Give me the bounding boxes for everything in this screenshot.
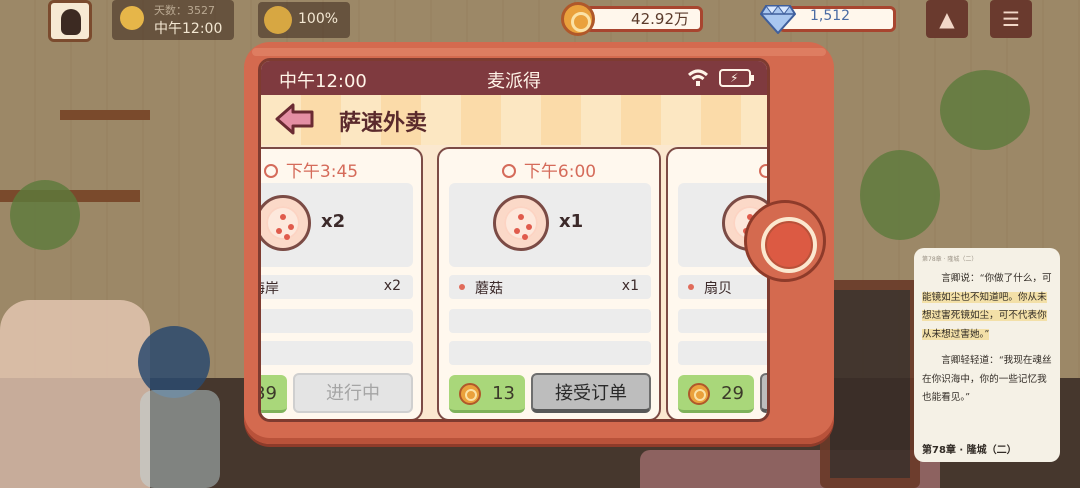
order-item-row-empty [449,309,651,333]
battery-icon: ⚡ [719,69,754,87]
order-item-row: 蘑菇 x1 [449,275,651,299]
plant-decoration [940,70,1030,150]
clock-icon [501,164,516,178]
player-avatar[interactable] [48,0,92,42]
game-time: 中午12:00 [154,21,223,37]
bullet-dot [688,284,694,290]
easel-board[interactable] [820,280,920,488]
reward-amount: 29 [721,383,744,404]
collapse-up-button[interactable]: ▲ [926,0,968,38]
order-time: 下 [668,157,767,182]
hamburger-icon: ☰ [1002,7,1020,31]
wifi-icon [688,69,708,86]
gem-counter[interactable]: 1,512 [760,4,898,34]
globe-decoration [138,326,210,398]
order-time: 下午6:00 [439,157,659,182]
reward-badge: 29 [678,375,754,413]
order-card[interactable]: 下 扇贝 29 [666,147,767,419]
order-item-row: 典海岸 x2 [261,275,413,299]
smile-icon [264,6,292,34]
coin-icon [459,383,481,405]
wall-shelf [60,110,150,120]
reader-highlight: 能镜如尘也不知道吧。你从未想过害死镜如尘，可不代表你从未想过害她。” [922,291,1047,340]
in-progress-button[interactable]: 进行中 [293,373,413,413]
order-time-text: 下午3:45 [285,162,359,182]
reader-header: 第78章 · 隆城（二） [922,256,978,263]
page-title: 萨速外卖 [339,111,428,136]
clock-icon [758,164,767,178]
phone-screen: 中午12:00 麦派得 ⚡ 萨速外卖 下午3:45 x2 岸 x2 9 进行中 … [258,58,770,422]
reward-badge: 13 [449,375,525,413]
coin-icon [688,383,710,405]
back-arrow-icon[interactable] [275,103,315,135]
gem-value: 1,512 [810,8,851,24]
reader-chapter-title: 第78章 · 隆城（二） [922,445,1017,456]
order-card[interactable]: 下午3:45 x2 典海岸 x2 39 进行中 [261,147,423,419]
clock-icon [263,164,278,178]
order-quantity: x2 [321,211,346,232]
order-item-row-empty [678,341,767,365]
reader-paragraph: 言卿轻轻道：“我现在魂丝在你识海中，你的一些记忆我也能看见。” [922,355,1052,403]
weather-time-panel: 天数：3527 中午12:00 [112,0,234,40]
sun-icon [120,6,144,30]
pizza-icon [493,195,549,251]
accept-order-button[interactable] [760,373,767,413]
order-item-row-empty [449,341,651,365]
order-item-row-empty [678,309,767,333]
order-time-text: 下午6:00 [523,162,597,182]
reward-amount: 39 [261,383,277,404]
bullet-dot [459,284,465,290]
coin-value: 42.92万 [631,10,689,28]
item-name: 扇贝 [704,281,732,297]
order-quantity: x1 [559,211,584,232]
order-image-box: x1 [449,183,651,267]
reward-badge: 39 [261,375,287,413]
order-time: 下午3:45 [261,157,421,182]
item-name: 蘑菇 [475,281,503,297]
order-carousel[interactable]: 下午3:45 x2 典海岸 x2 39 进行中 [261,147,767,419]
pizza-icon [261,195,311,251]
reader-overlay[interactable]: 第78章 · 隆城（二） 言卿说：“你做了什么，可能镜如尘也不知道吧。你从未想过… [914,248,1060,462]
order-item-row: 扇贝 [678,275,767,299]
reader-text: 言卿说：“你做了什么，可 [941,273,1052,284]
bolt-icon: ⚡ [730,71,739,85]
mood-panel: 100% [258,2,350,38]
plant-decoration [860,150,940,240]
coin-counter[interactable]: 42.92万 [561,2,705,36]
reader-body: 言卿说：“你做了什么，可能镜如尘也不知道吧。你从未想过害死镜如尘，可不代表你从未… [922,270,1052,416]
order-card[interactable]: 下午6:00 x1 蘑菇 x1 13 接受订单 [437,147,661,419]
item-name: 典海岸 [261,281,279,297]
reader-paragraph: 言卿说：“你做了什么，可能镜如尘也不知道吧。你从未想过害死镜如尘，可不代表你从未… [922,270,1052,344]
reward-amount: 13 [492,383,515,404]
caret-up-icon: ▲ [939,7,955,31]
mood-percent: 100% [298,11,339,27]
avatar-face [61,9,81,35]
order-item-row-empty [261,341,413,365]
accept-order-button[interactable]: 接受订单 [531,373,651,413]
phone-home-button[interactable] [744,200,826,282]
item-count: x1 [621,278,639,294]
cat-cash-register[interactable] [0,300,150,488]
order-item-row-empty [261,309,413,333]
item-count: x2 [383,278,401,294]
app-title-bar: 萨速外卖 [261,95,767,145]
phone-status-bar: 中午12:00 麦派得 ⚡ [261,61,767,95]
plant-decoration [10,180,80,250]
day-counter: 天数：3527 [154,4,215,17]
menu-button[interactable]: ☰ [990,0,1032,38]
order-image-box: x2 [261,183,413,267]
jar-decoration [140,390,220,488]
